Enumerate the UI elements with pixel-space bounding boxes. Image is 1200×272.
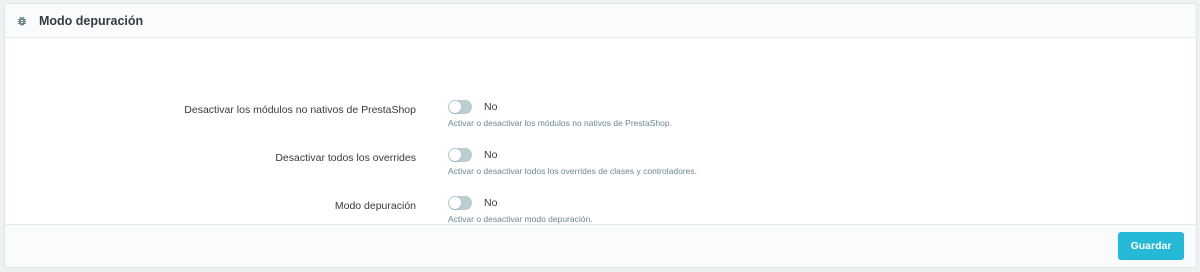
- toggle-state-label: No: [484, 101, 498, 113]
- panel-body: Desactivar los módulos no nativos de Pre…: [5, 38, 1196, 225]
- bug-icon: [15, 14, 29, 28]
- setting-help-text: Activar o desactivar los módulos no nati…: [448, 118, 672, 128]
- panel-header: Modo depuración: [5, 4, 1196, 38]
- setting-label: Desactivar los módulos no nativos de Pre…: [184, 104, 416, 116]
- setting-help-text: Activar o desactivar modo depuración.: [448, 214, 593, 224]
- debug-mode-panel: Modo depuración Desactivar los módulos n…: [4, 3, 1197, 268]
- setting-control: No: [448, 100, 497, 114]
- panel-title: Modo depuración: [39, 13, 144, 28]
- setting-control: No: [448, 196, 497, 210]
- setting-help-text: Activar o desactivar todos los overrides…: [448, 166, 697, 176]
- disable-non-native-modules-toggle[interactable]: [448, 100, 472, 114]
- setting-label: Desactivar todos los overrides: [275, 152, 416, 164]
- toggle-state-label: No: [484, 149, 498, 161]
- panel-footer: Guardar: [5, 224, 1196, 267]
- toggle-state-label: No: [484, 197, 498, 209]
- save-button[interactable]: Guardar: [1118, 232, 1184, 260]
- setting-control: No: [448, 148, 497, 162]
- setting-label: Modo depuración: [334, 200, 416, 212]
- toggle-knob: [449, 101, 461, 113]
- debug-mode-toggle[interactable]: [448, 196, 472, 210]
- disable-overrides-toggle[interactable]: [448, 148, 472, 162]
- toggle-knob: [449, 149, 461, 161]
- toggle-knob: [449, 197, 461, 209]
